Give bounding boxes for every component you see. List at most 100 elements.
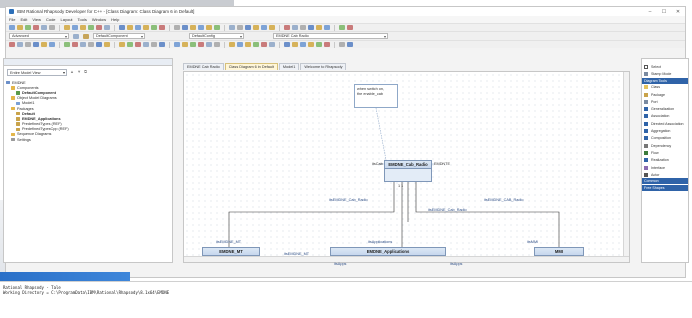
toolbar-icon[interactable]: [25, 25, 31, 30]
close-button[interactable]: ✕: [671, 9, 685, 15]
menu-layout[interactable]: Layout: [61, 17, 73, 22]
toolbar-icon[interactable]: [292, 25, 298, 30]
palette-tool[interactable]: Interface: [642, 164, 688, 171]
node-select[interactable]: EMDNE Cab Radio: [273, 33, 388, 39]
toolbar-icon[interactable]: [245, 42, 251, 47]
toolbar-icon[interactable]: [104, 42, 110, 47]
toolbar-icon[interactable]: [104, 25, 110, 30]
toolbar-icon[interactable]: [33, 25, 39, 30]
tree-item[interactable]: Settings: [6, 137, 171, 142]
toolbar-icon[interactable]: [9, 42, 15, 47]
toolbar-icon[interactable]: [143, 25, 149, 30]
toolbar-icon[interactable]: [159, 42, 165, 47]
toolbar-icon[interactable]: [347, 42, 353, 47]
toolbar-icon[interactable]: [17, 42, 23, 47]
toolbar-icon[interactable]: [316, 42, 322, 47]
toolbar-icon[interactable]: [127, 25, 133, 30]
toolbar-icon[interactable]: [41, 42, 47, 47]
toolbar-icon[interactable]: [9, 25, 15, 30]
toolbar-icon[interactable]: [261, 42, 267, 47]
toolbar-icon[interactable]: [49, 25, 55, 30]
toolbar-icon[interactable]: [214, 25, 220, 30]
toolbar-icon[interactable]: [25, 42, 31, 47]
toolbar-icon[interactable]: [33, 42, 39, 47]
toolbar-icon[interactable]: [88, 42, 94, 47]
toolbar-icon[interactable]: [214, 42, 220, 47]
toolbar-icon[interactable]: [174, 42, 180, 47]
maximize-button[interactable]: ☐: [657, 9, 671, 15]
palette-tool[interactable]: Flow: [642, 149, 688, 156]
menu-help[interactable]: Help: [111, 17, 119, 22]
component-select[interactable]: DefaultComponent: [93, 33, 145, 39]
toolbar-icon[interactable]: [49, 42, 55, 47]
toolbar-icon[interactable]: [41, 25, 47, 30]
toolbar-icon[interactable]: [300, 25, 306, 30]
palette-tool[interactable]: Association: [642, 113, 688, 120]
palette-stamp-mode[interactable]: Stamp Mode: [642, 70, 688, 77]
toolbar-icon[interactable]: [182, 42, 188, 47]
diagram-tab[interactable]: Welcome to Rhapsody: [300, 63, 347, 70]
toolbar-icon[interactable]: [300, 42, 306, 47]
toolbar-icon[interactable]: [119, 25, 125, 30]
toolbar-icon[interactable]: [237, 42, 243, 47]
toolbar-icon[interactable]: [308, 25, 314, 30]
toolbar-icon[interactable]: [253, 42, 259, 47]
toolbar-icon[interactable]: [269, 25, 275, 30]
menu-view[interactable]: View: [32, 17, 41, 22]
toolbar-icon[interactable]: [292, 42, 298, 47]
diagram-tab[interactable]: Model1: [278, 63, 300, 70]
toolbar-icon[interactable]: [159, 25, 165, 30]
toolbar-icon[interactable]: [347, 25, 353, 30]
palette-header-common[interactable]: Common: [642, 178, 688, 185]
browser-tools[interactable]: ▲ ▼ ⧉: [70, 69, 88, 74]
diagram-canvas[interactable]: when switch on, the enable_cab EMDNE_Cab…: [183, 71, 630, 266]
toolbar-icon[interactable]: [182, 25, 188, 30]
vertical-scrollbar[interactable]: [623, 72, 629, 262]
menu-window[interactable]: Window: [92, 17, 106, 22]
diagram-tab[interactable]: EMDNE Cab Radio: [183, 63, 224, 70]
toolbar-icon[interactable]: [229, 25, 235, 30]
minimize-button[interactable]: –: [643, 9, 657, 15]
toolbar-icon[interactable]: [190, 25, 196, 30]
palette-tool[interactable]: Realization: [642, 157, 688, 164]
mode-select[interactable]: Advanced: [9, 33, 69, 39]
toolbar-icon[interactable]: [253, 25, 259, 30]
class-cab-radio[interactable]: EMDNE_Cab_Radio: [384, 160, 432, 182]
toolbar-icon[interactable]: [316, 25, 322, 30]
toolbar-icon[interactable]: [96, 42, 102, 47]
toolbar-icon[interactable]: [119, 42, 125, 47]
toolbar-icon[interactable]: [127, 42, 133, 47]
palette-tool[interactable]: Directed Association: [642, 120, 688, 127]
toolbar-icon[interactable]: [64, 42, 70, 47]
toolbar-icon[interactable]: [198, 25, 204, 30]
palette-header-free-shapes[interactable]: Free Shapes: [642, 185, 688, 192]
menu-tools[interactable]: Tools: [78, 17, 87, 22]
toolbar-icon[interactable]: [206, 42, 212, 47]
toolbar-icon[interactable]: [80, 42, 86, 47]
palette-tool[interactable]: Composition: [642, 135, 688, 142]
horizontal-scrollbar[interactable]: [184, 256, 629, 262]
menu-file[interactable]: File: [9, 17, 15, 22]
diagram-tab[interactable]: Class Diagram 6 in Default: [224, 63, 278, 70]
browser-view-select[interactable]: Entire Model View: [7, 69, 67, 76]
toolbar-icon[interactable]: [339, 25, 345, 30]
palette-tool[interactable]: Package: [642, 91, 688, 98]
toolbar-icon[interactable]: [135, 25, 141, 30]
toolbar-icon[interactable]: [245, 25, 251, 30]
menu-code[interactable]: Code: [46, 17, 56, 22]
toolbar-icon[interactable]: [269, 42, 275, 47]
palette-select[interactable]: Select: [642, 63, 688, 70]
menu-edit[interactable]: Edit: [20, 17, 27, 22]
toolbar-icon[interactable]: [72, 25, 78, 30]
palette-tool[interactable]: Actor: [642, 171, 688, 178]
toolbar-icon[interactable]: [339, 42, 345, 47]
toolbar-icon[interactable]: [308, 42, 314, 47]
toolbar-icon[interactable]: [206, 25, 212, 30]
toolbar-icon[interactable]: [64, 25, 70, 30]
toolbar-icon[interactable]: [151, 25, 157, 30]
palette-tool[interactable]: Port: [642, 98, 688, 105]
toolbar-icon[interactable]: [174, 25, 180, 30]
toolbar-icon[interactable]: [88, 25, 94, 30]
palette-tool[interactable]: Generalization: [642, 105, 688, 112]
toolbar-icon[interactable]: [190, 42, 196, 47]
